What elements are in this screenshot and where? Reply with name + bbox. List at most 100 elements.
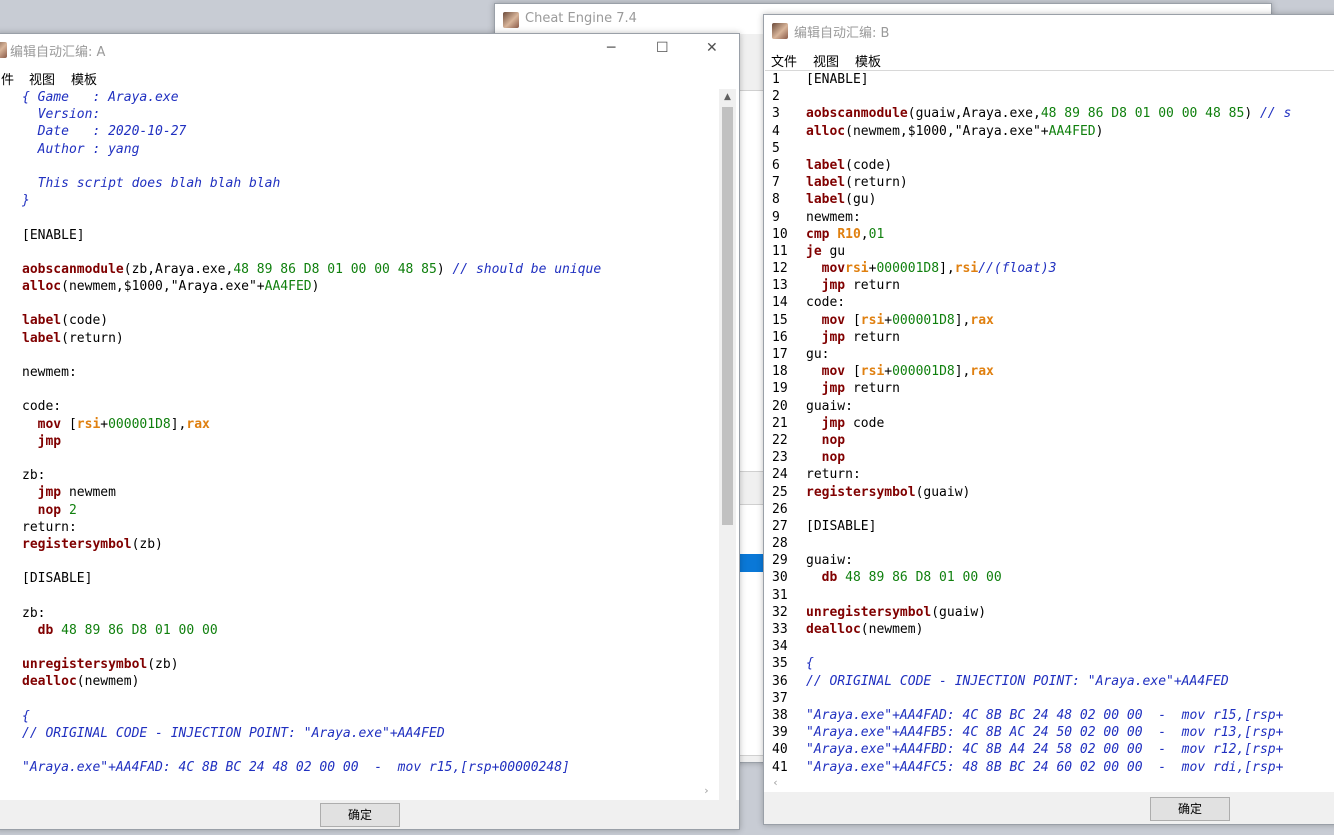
scroll-left-arrow-icon[interactable]: ‹	[767, 774, 784, 791]
code-line[interactable]: [ENABLE]	[22, 227, 712, 244]
code-line[interactable]: { Game : Araya.exe	[22, 89, 712, 106]
menu-view[interactable]: 视图	[29, 69, 55, 88]
code-editor-a[interactable]: { Game : Araya.exe Version: Date : 2020-…	[22, 89, 712, 815]
menu-view[interactable]: 视图	[813, 51, 839, 70]
code-line[interactable]: code:	[806, 294, 1334, 311]
code-text-b[interactable]: [ENABLE] aobscanmodule(guaiw,Araya.exe,48…	[806, 71, 1334, 775]
code-line[interactable]	[806, 638, 1334, 655]
code-line[interactable]: label(gu)	[806, 191, 1334, 208]
code-line[interactable]: label(return)	[22, 330, 712, 347]
code-line[interactable]: alloc(newmem,$1000,"Araya.exe"+AA4FED)	[806, 123, 1334, 140]
code-line[interactable]: }	[22, 192, 712, 209]
code-line[interactable]: jmp newmem	[22, 484, 712, 501]
code-line[interactable]: label(return)	[806, 174, 1334, 191]
code-line[interactable]: nop	[806, 432, 1334, 449]
code-line[interactable]: gu:	[806, 346, 1334, 363]
code-line[interactable]: [ENABLE]	[806, 71, 1334, 88]
code-line[interactable]: newmem:	[806, 209, 1334, 226]
code-line[interactable]: [DISABLE]	[806, 518, 1334, 535]
editor-window-b[interactable]: 编辑自动汇编: B 文件 视图 模板 1 2 3 4 5 6 7 8 9 10 11 12 13 14 15…	[763, 14, 1334, 825]
code-line[interactable]	[22, 381, 712, 398]
horizontal-scrollbar-b[interactable]: ‹	[765, 774, 1334, 791]
code-line[interactable]: zb:	[22, 467, 712, 484]
code-line[interactable]: alloc(newmem,$1000,"Araya.exe"+AA4FED)	[22, 278, 712, 295]
code-line[interactable]: aobscanmodule(zb,Araya.exe,48 89 86 D8 0…	[22, 261, 712, 278]
window-a-titlebar[interactable]: 编辑自动汇编: A ─ ☐ ✕	[0, 34, 739, 64]
code-line[interactable]: "Araya.exe"+AA4FAD: 4C 8B BC 24 48 02 00…	[22, 759, 712, 776]
code-line[interactable]	[806, 88, 1334, 105]
code-line[interactable]	[22, 742, 712, 759]
menu-template[interactable]: 模板	[71, 69, 97, 88]
code-line[interactable]: newmem:	[22, 364, 712, 381]
code-line[interactable]: mov [rsi+000001D8],rax	[806, 312, 1334, 329]
code-line[interactable]: dealloc(newmem)	[22, 673, 712, 690]
code-line[interactable]: Author : yang	[22, 141, 712, 158]
code-line[interactable]: // ORIGINAL CODE - INJECTION POINT: "Ara…	[806, 673, 1334, 690]
code-line[interactable]: {	[22, 708, 712, 725]
editor-window-a[interactable]: 编辑自动汇编: A ─ ☐ ✕ 件 视图 模板 { Game : Araya.e…	[0, 33, 740, 830]
code-line[interactable]: [DISABLE]	[22, 570, 712, 587]
code-line[interactable]: db 48 89 86 D8 01 00 00	[806, 569, 1334, 586]
ok-button-b[interactable]: 确定	[1150, 797, 1230, 821]
code-line[interactable]: guaiw:	[806, 398, 1334, 415]
code-line[interactable]	[22, 691, 712, 708]
window-b-titlebar[interactable]: 编辑自动汇编: B	[764, 15, 1334, 45]
code-line[interactable]: cmp R10,01	[806, 226, 1334, 243]
code-line[interactable]: jmp return	[806, 380, 1334, 397]
code-line[interactable]: dealloc(newmem)	[806, 621, 1334, 638]
code-line[interactable]	[22, 639, 712, 656]
ce-selected-row[interactable]	[739, 554, 763, 572]
code-line[interactable]: "Araya.exe"+AA4FBD: 4C 8B A4 24 58 02 00…	[806, 741, 1334, 758]
maximize-button[interactable]: ☐	[656, 40, 669, 56]
vertical-scrollbar-a[interactable]: ▲ ▼	[719, 89, 736, 815]
code-line[interactable]	[806, 140, 1334, 157]
code-line[interactable]: unregistersymbol(guaiw)	[806, 604, 1334, 621]
code-line[interactable]: registersymbol(zb)	[22, 536, 712, 553]
code-line[interactable]: jmp	[22, 433, 712, 450]
code-line[interactable]: return:	[22, 519, 712, 536]
minimize-button[interactable]: ─	[607, 40, 615, 56]
code-line[interactable]: mov [rsi+000001D8],rax	[22, 416, 712, 433]
code-line[interactable]	[22, 244, 712, 261]
code-line[interactable]	[806, 535, 1334, 552]
scroll-up-arrow-icon[interactable]: ▲	[719, 89, 736, 106]
code-line[interactable]: jmp code	[806, 415, 1334, 432]
ok-button-a[interactable]: 确定	[320, 803, 400, 827]
code-line[interactable]: guaiw:	[806, 552, 1334, 569]
horizontal-scrollbar-a[interactable]: ›	[0, 782, 719, 799]
code-line[interactable]: jmp return	[806, 277, 1334, 294]
code-line[interactable]: This script does blah blah blah	[22, 175, 712, 192]
code-line[interactable]: aobscanmodule(guaiw,Araya.exe,48 89 86 D…	[806, 105, 1334, 122]
code-line[interactable]: label(code)	[22, 312, 712, 329]
code-line[interactable]: Date : 2020-10-27	[22, 123, 712, 140]
code-line[interactable]	[806, 501, 1334, 518]
code-line[interactable]	[22, 553, 712, 570]
code-line[interactable]: je gu	[806, 243, 1334, 260]
code-line[interactable]	[22, 450, 712, 467]
code-line[interactable]	[22, 158, 712, 175]
menu-template[interactable]: 模板	[855, 51, 881, 70]
code-line[interactable]: movrsi+000001D8],rsi//(float)3	[806, 260, 1334, 277]
code-line[interactable]: "Araya.exe"+AA4FB5: 4C 8B AC 24 50 02 00…	[806, 724, 1334, 741]
close-button[interactable]: ✕	[706, 40, 718, 56]
code-line[interactable]: // ORIGINAL CODE - INJECTION POINT: "Ara…	[22, 725, 712, 742]
code-line[interactable]: jmp return	[806, 329, 1334, 346]
code-line[interactable]	[22, 347, 712, 364]
code-line[interactable]: code:	[22, 398, 712, 415]
code-line[interactable]: registersymbol(guaiw)	[806, 484, 1334, 501]
code-line[interactable]: nop	[806, 449, 1334, 466]
code-line[interactable]: db 48 89 86 D8 01 00 00	[22, 622, 712, 639]
code-line[interactable]: {	[806, 655, 1334, 672]
code-line[interactable]: "Araya.exe"+AA4FC5: 48 8B BC 24 60 02 00…	[806, 759, 1334, 776]
code-line[interactable]	[806, 690, 1334, 707]
code-line[interactable]: nop 2	[22, 502, 712, 519]
code-line[interactable]: mov [rsi+000001D8],rax	[806, 363, 1334, 380]
menu-file[interactable]: 文件	[771, 51, 797, 70]
code-line[interactable]	[22, 295, 712, 312]
scroll-thumb[interactable]	[722, 107, 733, 525]
code-line[interactable]: return:	[806, 466, 1334, 483]
code-line[interactable]: Version:	[22, 106, 712, 123]
code-editor-b[interactable]: 1 2 3 4 5 6 7 8 9 10 11 12 13 14 15 16 17 18 19 20 21 22 23 24 2…	[765, 70, 1334, 775]
code-line[interactable]: zb:	[22, 605, 712, 622]
code-line[interactable]	[806, 587, 1334, 604]
